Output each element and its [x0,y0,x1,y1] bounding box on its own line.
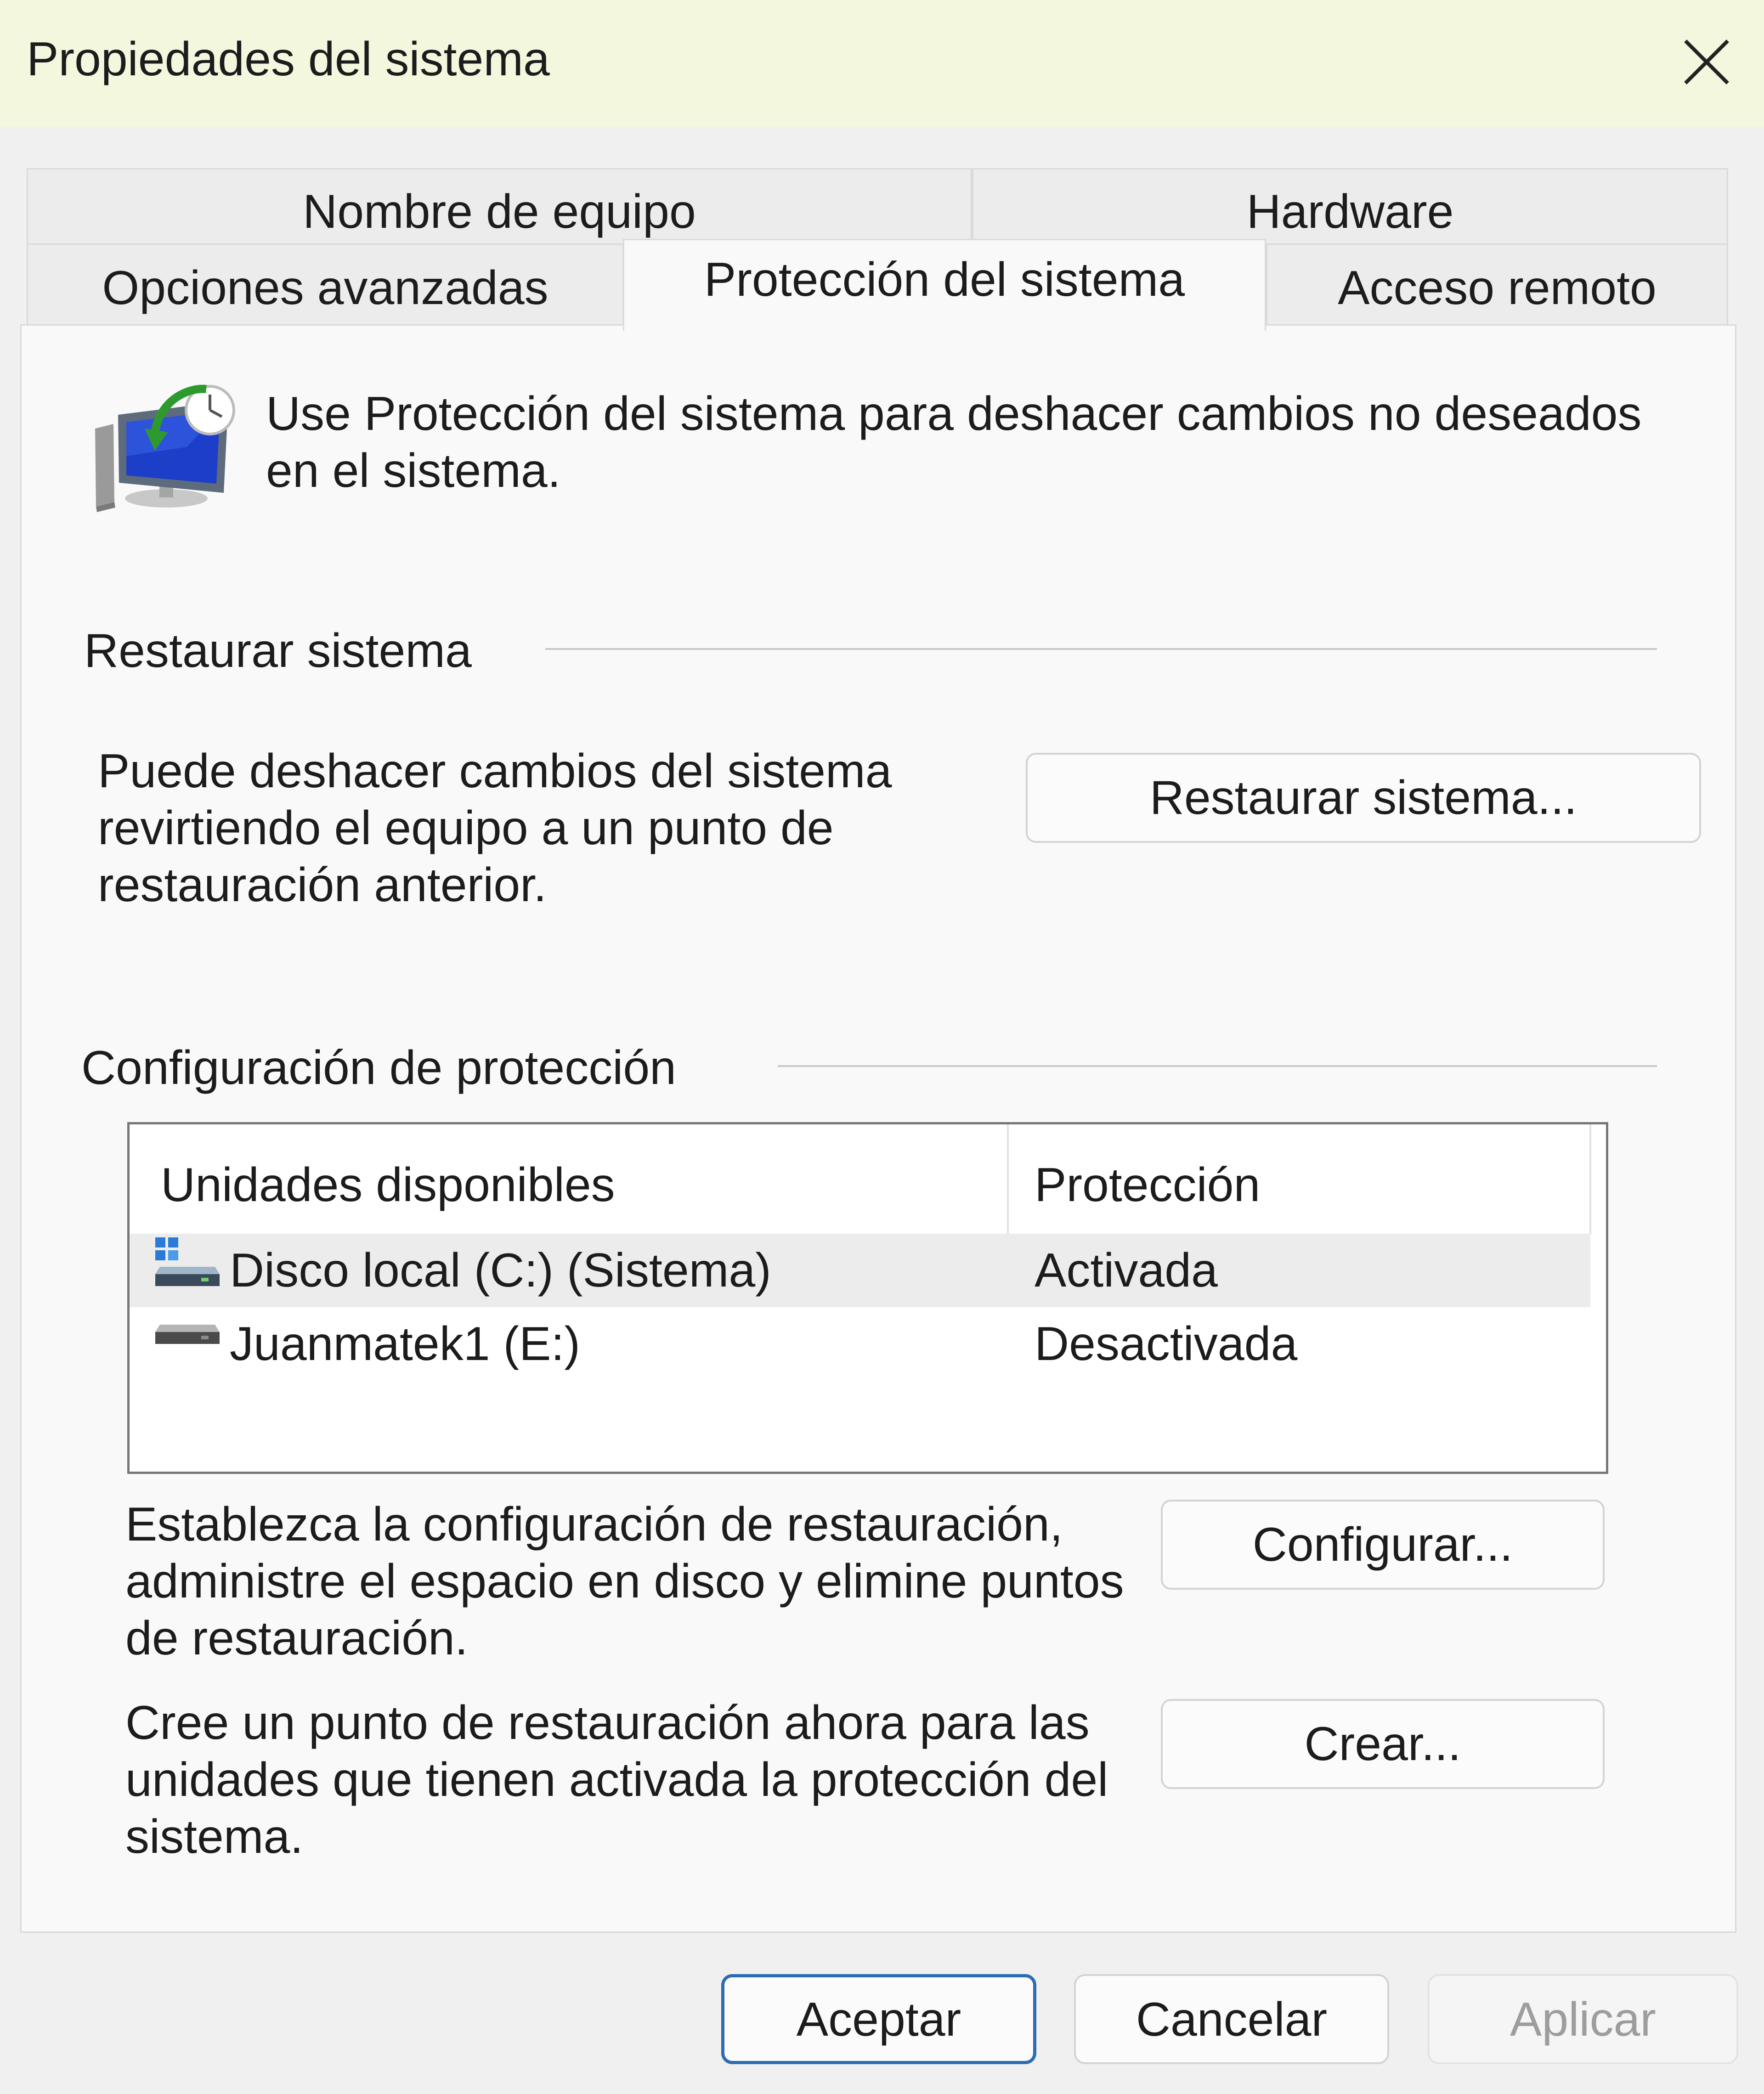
restore-desc-line: revirtiendo el equipo a un punto de [98,801,834,855]
configure-button[interactable]: Configurar... [1161,1500,1605,1590]
tab-label: Protección del sistema [704,253,1185,306]
drive-name: Juanmatek1 (E:) [230,1317,580,1371]
restore-description: Puede deshacer cambios del sistema revir… [98,743,1017,914]
system-drive-icon [155,1237,220,1286]
system-restore-icon [95,384,235,512]
drives-list-header: Unidades disponibles Protección [130,1124,1606,1235]
column-separator [1589,1124,1591,1235]
cancel-button[interactable]: Cancelar [1074,1974,1389,2064]
intro-line: Use Protección del sistema para deshacer… [266,387,1642,440]
column-header-protection[interactable]: Protección [1035,1157,1260,1214]
tab-remote-access[interactable]: Acceso remoto [1266,243,1728,325]
tab-label: Hardware [1246,185,1454,238]
ok-button[interactable]: Aceptar [721,1974,1036,2064]
restore-group-heading: Restaurar sistema [84,624,472,677]
drive-protection-status: Desactivada [1035,1317,1298,1371]
system-properties-dialog: Propiedades del sistema Nombre de equipo… [0,0,1764,2094]
apply-button[interactable]: Aplicar [1428,1974,1738,2064]
tab-computer-name[interactable]: Nombre de equipo [27,168,972,247]
create-desc-line: sistema. [125,1810,304,1863]
restore-system-button[interactable]: Restaurar sistema... [1026,753,1701,843]
tab-advanced-options[interactable]: Opciones avanzadas [27,243,624,325]
tab-label: Opciones avanzadas [102,261,548,315]
drive-name: Disco local (C:) (Sistema) [230,1244,771,1297]
system-protection-panel: Use Protección del sistema para deshacer… [20,324,1736,1933]
close-icon [1684,40,1729,85]
restore-desc-line: restauración anterior. [98,858,547,912]
configure-description: Establezca la configuración de restaurac… [125,1496,1159,1667]
column-separator[interactable] [1007,1124,1009,1235]
close-button[interactable] [1668,23,1746,101]
tab-hardware[interactable]: Hardware [972,168,1728,247]
create-button[interactable]: Crear... [1161,1699,1605,1789]
list-row-drive-e[interactable]: Juanmatek1 (E:) Desactivada [130,1307,1590,1381]
restore-desc-line: Puede deshacer cambios del sistema [98,745,892,798]
configure-desc-line: administre el espacio en disco y elimine… [125,1555,1124,1608]
window-title: Propiedades del sistema [27,33,550,86]
create-desc-line: Cree un punto de restauración ahora para… [125,1696,1090,1750]
tab-label: Acceso remoto [1338,261,1657,315]
title-bar[interactable]: Propiedades del sistema [0,0,1764,127]
drive-icon [155,1325,220,1344]
intro-text: Use Protección del sistema para deshacer… [266,385,1690,499]
configure-desc-line: Establezca la configuración de restaurac… [125,1498,1063,1551]
drives-list[interactable]: Unidades disponibles Protección Disco lo… [127,1122,1608,1474]
create-description: Cree un punto de restauración ahora para… [125,1694,1159,1865]
column-header-drives[interactable]: Unidades disponibles [161,1157,615,1214]
list-row-drive-c[interactable]: Disco local (C:) (Sistema) Activada [130,1234,1590,1307]
drive-protection-status: Activada [1035,1244,1218,1297]
protection-group-divider [778,1065,1657,1067]
restore-group-divider [545,648,1657,650]
protection-group-heading: Configuración de protección [81,1041,677,1095]
tab-system-protection[interactable]: Protección del sistema [623,239,1266,331]
create-desc-line: unidades que tienen activada la protecci… [125,1753,1108,1806]
intro-line: en el sistema. [266,444,561,497]
tab-label: Nombre de equipo [303,185,696,238]
configure-desc-line: de restauración. [125,1612,468,1665]
